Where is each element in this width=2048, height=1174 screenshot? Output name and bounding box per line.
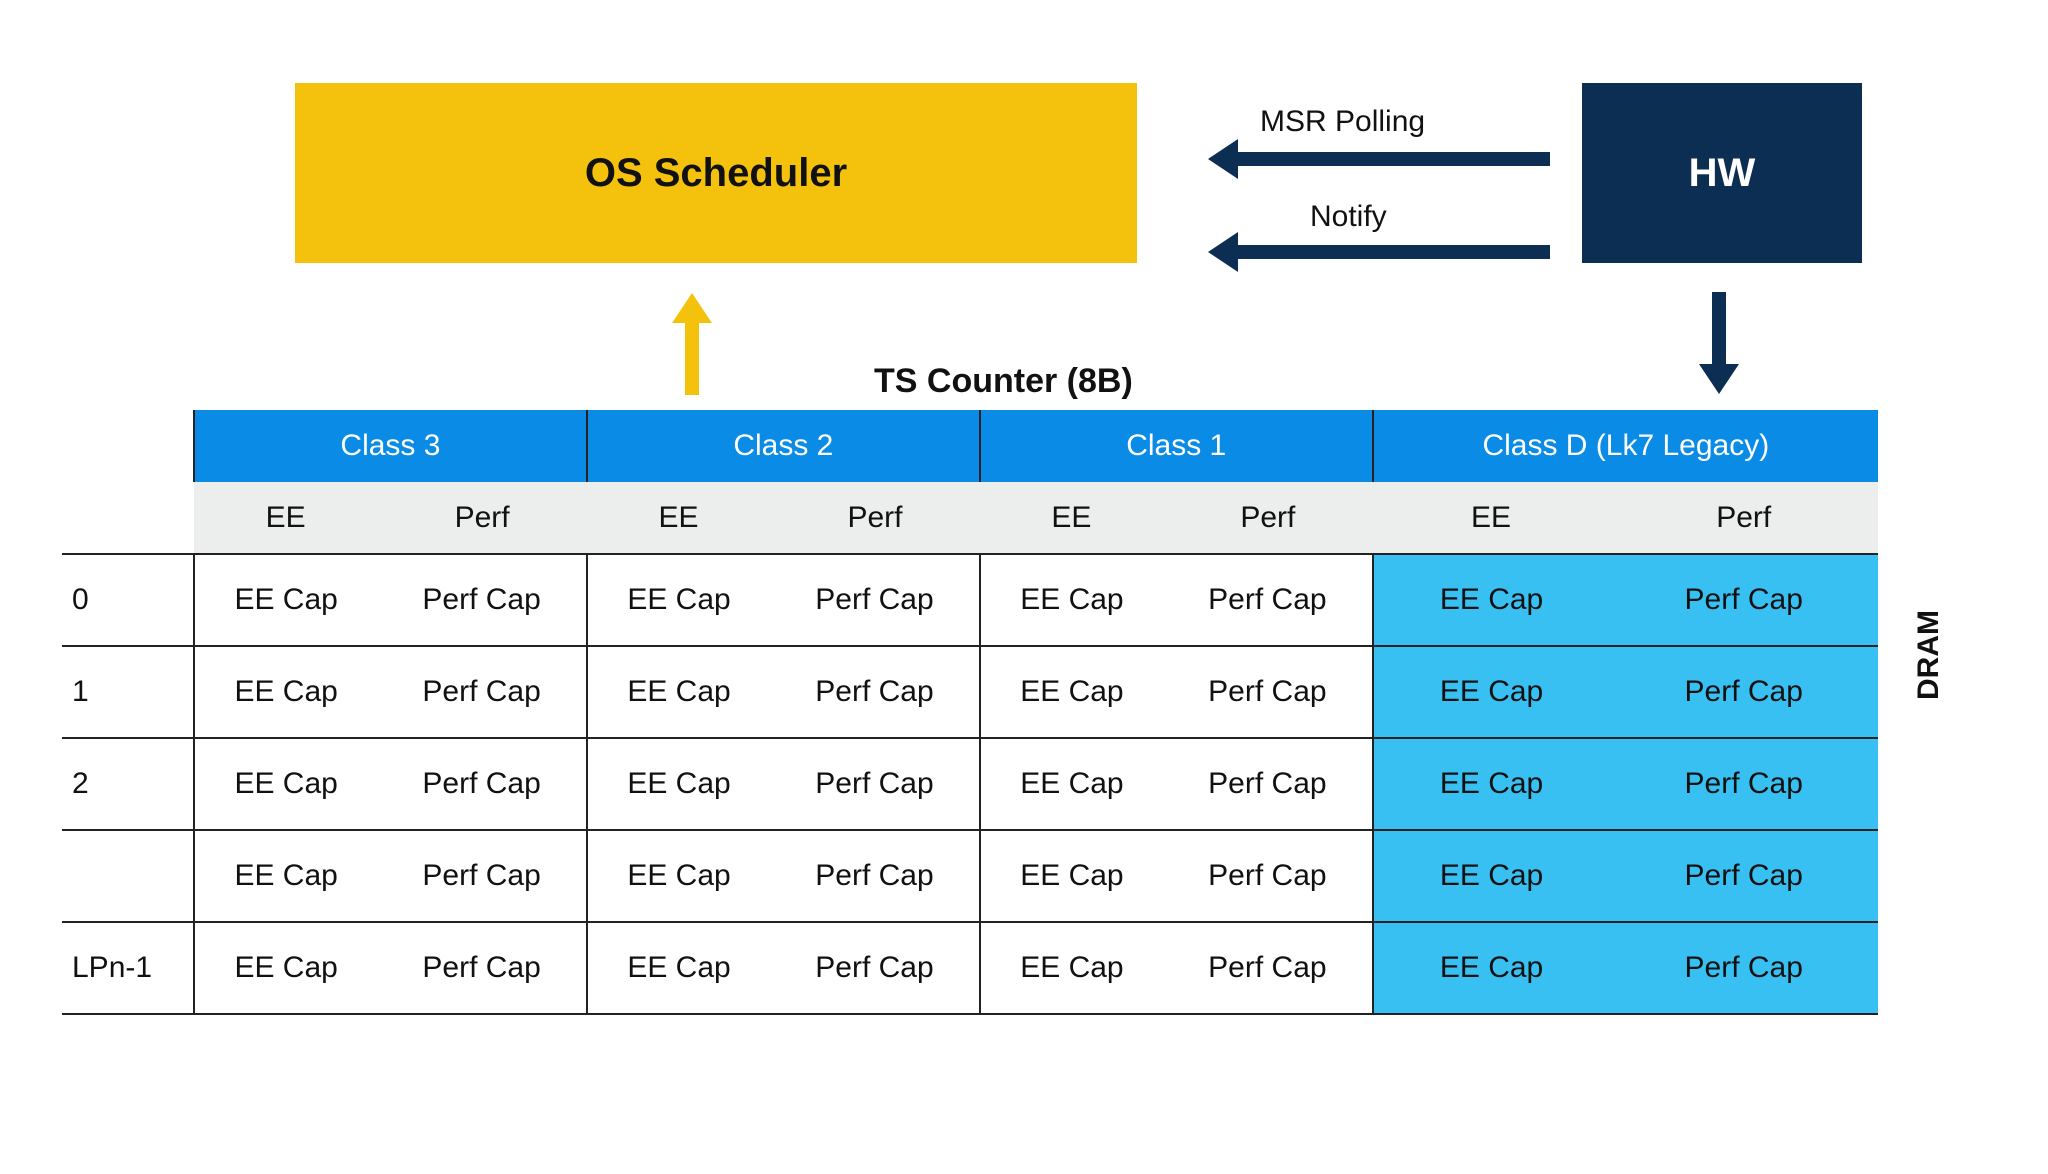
perf-cap-cell: Perf Cap	[1163, 830, 1373, 922]
ee-cap-cell: EE Cap	[587, 646, 770, 738]
arrow-left-head-icon	[1208, 232, 1238, 272]
ee-cap-cell-legacy: EE Cap	[1373, 830, 1610, 922]
perf-cap-cell: Perf Cap	[1163, 922, 1373, 1014]
perf-cap-cell-legacy: Perf Cap	[1609, 554, 1878, 646]
perf-cap-cell: Perf Cap	[770, 830, 980, 922]
table-class-header-row: Class 3 Class 2 Class 1 Class D (Lk7 Leg…	[62, 410, 1878, 482]
table-row: LPn-1 EE Cap Perf Cap EE Cap Perf Cap EE…	[62, 922, 1878, 1014]
row-index: 2	[62, 738, 194, 830]
arrow-msr-polling	[1230, 152, 1550, 166]
sub-perf: Perf	[770, 482, 980, 554]
perf-cap-cell: Perf Cap	[770, 646, 980, 738]
perf-cap-cell-legacy: Perf Cap	[1609, 738, 1878, 830]
arrow-down-head-icon	[1699, 364, 1739, 394]
perf-cap-cell: Perf Cap	[377, 922, 587, 1014]
ee-cap-cell: EE Cap	[980, 646, 1163, 738]
header-blank	[62, 410, 194, 482]
ee-cap-cell: EE Cap	[194, 554, 377, 646]
sub-perf: Perf	[377, 482, 587, 554]
ee-cap-cell: EE Cap	[980, 738, 1163, 830]
ee-cap-cell: EE Cap	[194, 922, 377, 1014]
ee-cap-cell: EE Cap	[587, 738, 770, 830]
perf-cap-cell-legacy: Perf Cap	[1609, 646, 1878, 738]
ee-cap-cell: EE Cap	[194, 646, 377, 738]
arrow-left-head-icon	[1208, 139, 1238, 179]
sub-ee: EE	[587, 482, 770, 554]
row-index: 0	[62, 554, 194, 646]
perf-cap-cell-legacy: Perf Cap	[1609, 830, 1878, 922]
sub-ee: EE	[1373, 482, 1610, 554]
header-blank	[62, 482, 194, 554]
table-sub-header-row: EE Perf EE Perf EE Perf EE Perf	[62, 482, 1878, 554]
sub-perf: Perf	[1163, 482, 1373, 554]
perf-cap-cell: Perf Cap	[377, 738, 587, 830]
class-2-header: Class 2	[587, 410, 980, 482]
ee-cap-cell: EE Cap	[587, 830, 770, 922]
sub-ee: EE	[194, 482, 377, 554]
table-row: 2 EE Cap Perf Cap EE Cap Perf Cap EE Cap…	[62, 738, 1878, 830]
ee-cap-cell: EE Cap	[194, 830, 377, 922]
perf-cap-cell: Perf Cap	[377, 554, 587, 646]
msr-polling-label: MSR Polling	[1260, 105, 1425, 139]
perf-cap-cell-legacy: Perf Cap	[1609, 922, 1878, 1014]
ee-cap-cell: EE Cap	[194, 738, 377, 830]
perf-cap-cell: Perf Cap	[377, 646, 587, 738]
sub-perf: Perf	[1609, 482, 1878, 554]
os-scheduler-box: OS Scheduler	[295, 83, 1137, 263]
ee-cap-cell: EE Cap	[980, 922, 1163, 1014]
row-index	[62, 830, 194, 922]
class-1-header: Class 1	[980, 410, 1373, 482]
ee-cap-cell: EE Cap	[980, 830, 1163, 922]
table-row: 0 EE Cap Perf Cap EE Cap Perf Cap EE Cap…	[62, 554, 1878, 646]
perf-cap-cell: Perf Cap	[770, 554, 980, 646]
table-row: EE Cap Perf Cap EE Cap Perf Cap EE Cap P…	[62, 830, 1878, 922]
ee-cap-cell: EE Cap	[980, 554, 1163, 646]
perf-cap-cell: Perf Cap	[1163, 554, 1373, 646]
perf-cap-cell: Perf Cap	[377, 830, 587, 922]
perf-cap-cell: Perf Cap	[1163, 646, 1373, 738]
ee-cap-cell-legacy: EE Cap	[1373, 738, 1610, 830]
ee-cap-cell-legacy: EE Cap	[1373, 646, 1610, 738]
notify-label: Notify	[1310, 200, 1387, 234]
table-row: 1 EE Cap Perf Cap EE Cap Perf Cap EE Cap…	[62, 646, 1878, 738]
hw-box: HW	[1582, 83, 1862, 263]
ts-counter-title: TS Counter (8B)	[874, 362, 1133, 401]
row-index: LPn-1	[62, 922, 194, 1014]
perf-cap-cell: Perf Cap	[770, 922, 980, 1014]
class-3-header: Class 3	[194, 410, 587, 482]
ee-cap-cell: EE Cap	[587, 922, 770, 1014]
arrow-notify	[1230, 245, 1550, 259]
ee-cap-cell-legacy: EE Cap	[1373, 554, 1610, 646]
class-d-header: Class D (Lk7 Legacy)	[1373, 410, 1878, 482]
perf-cap-cell: Perf Cap	[1163, 738, 1373, 830]
sub-ee: EE	[980, 482, 1163, 554]
capability-table: Class 3 Class 2 Class 1 Class D (Lk7 Leg…	[62, 410, 1878, 1015]
arrow-up-head-icon	[672, 293, 712, 323]
dram-side-label: DRAM	[1912, 610, 1946, 700]
arrow-table-to-os	[685, 315, 699, 395]
row-index: 1	[62, 646, 194, 738]
arrow-hw-to-table	[1712, 292, 1726, 372]
ee-cap-cell-legacy: EE Cap	[1373, 922, 1610, 1014]
ee-cap-cell: EE Cap	[587, 554, 770, 646]
perf-cap-cell: Perf Cap	[770, 738, 980, 830]
